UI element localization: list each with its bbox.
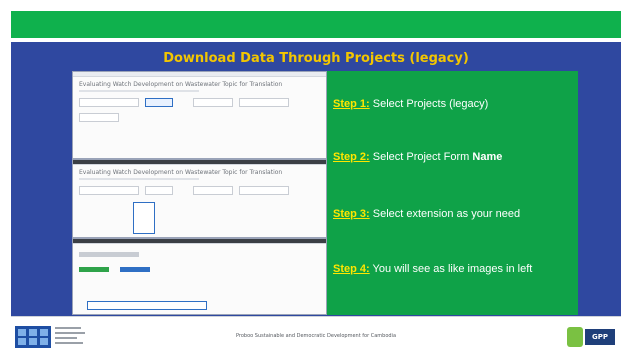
top-green-bar — [11, 11, 621, 38]
screenshot-field — [193, 98, 233, 107]
screenshot-filter-row — [73, 180, 326, 195]
gpp-logo-icon: GPP — [567, 325, 615, 349]
screenshot-input — [87, 301, 207, 310]
screenshot-filter-row — [73, 107, 326, 122]
screenshot-field — [239, 186, 289, 195]
screenshot-form-title: Evaluating Watch Development on Wastewat… — [79, 81, 283, 88]
gpp-logo-text: GPP — [585, 329, 615, 345]
screenshot-project-form: Evaluating Watch Development on Wastewat… — [72, 159, 327, 238]
checkmark-icon — [567, 327, 583, 347]
screenshot-blue-button — [120, 267, 151, 272]
slide-panel: Download Data Through Projects (legacy) … — [11, 42, 621, 316]
steps-panel: Step 1: Select Projects (legacy) Step 2:… — [327, 71, 578, 315]
screenshot-field — [79, 186, 139, 195]
screenshot-field — [79, 113, 119, 122]
screenshot-form-title: Evaluating Watch Development on Wastewat… — [79, 169, 283, 176]
organization-logo-icon — [15, 326, 51, 348]
screenshot-field — [193, 186, 233, 195]
step-2-label: Step 2: — [333, 151, 370, 163]
step-3-label: Step 3: — [333, 208, 370, 220]
screenshot-filter-row — [73, 92, 326, 107]
screenshot-topbar — [73, 239, 326, 244]
screenshot-field — [79, 98, 139, 107]
step-2-bold-text: Name — [472, 151, 503, 163]
screenshot-field-selected — [145, 98, 173, 107]
screenshot-projects-legacy: Evaluating Watch Development on Wastewat… — [72, 71, 327, 159]
screenshot-heading — [79, 252, 139, 257]
step-4: Step 4: You will see as like images in l… — [333, 262, 573, 277]
screenshot-green-button — [79, 267, 109, 272]
step-4-label: Step 4: — [333, 263, 370, 275]
slide-title: Download Data Through Projects (legacy) — [163, 51, 469, 66]
screenshot-extension-popup — [133, 202, 155, 234]
step-4-text: You will see as like images in left — [369, 263, 533, 275]
step-2: Step 2: Select Project Form Name — [333, 150, 573, 165]
organization-logo-text — [55, 327, 85, 347]
step-3-text: Select extension as your need — [369, 208, 521, 220]
footer: Proboo Sustainable and Democratic Develo… — [11, 322, 621, 352]
step-1: Step 1: Select Projects (legacy) — [333, 97, 573, 112]
screenshot-result — [72, 238, 327, 315]
step-1-text: Select Projects (legacy) — [369, 98, 489, 110]
step-3: Step 3: Select extension as your need — [333, 207, 573, 222]
step-1-label: Step 1: — [333, 98, 370, 110]
step-2-text: Select Project Form — [369, 151, 473, 163]
screenshot-field — [145, 186, 173, 195]
screenshot-field — [239, 98, 289, 107]
footer-text: Proboo Sustainable and Democratic Develo… — [235, 333, 397, 339]
